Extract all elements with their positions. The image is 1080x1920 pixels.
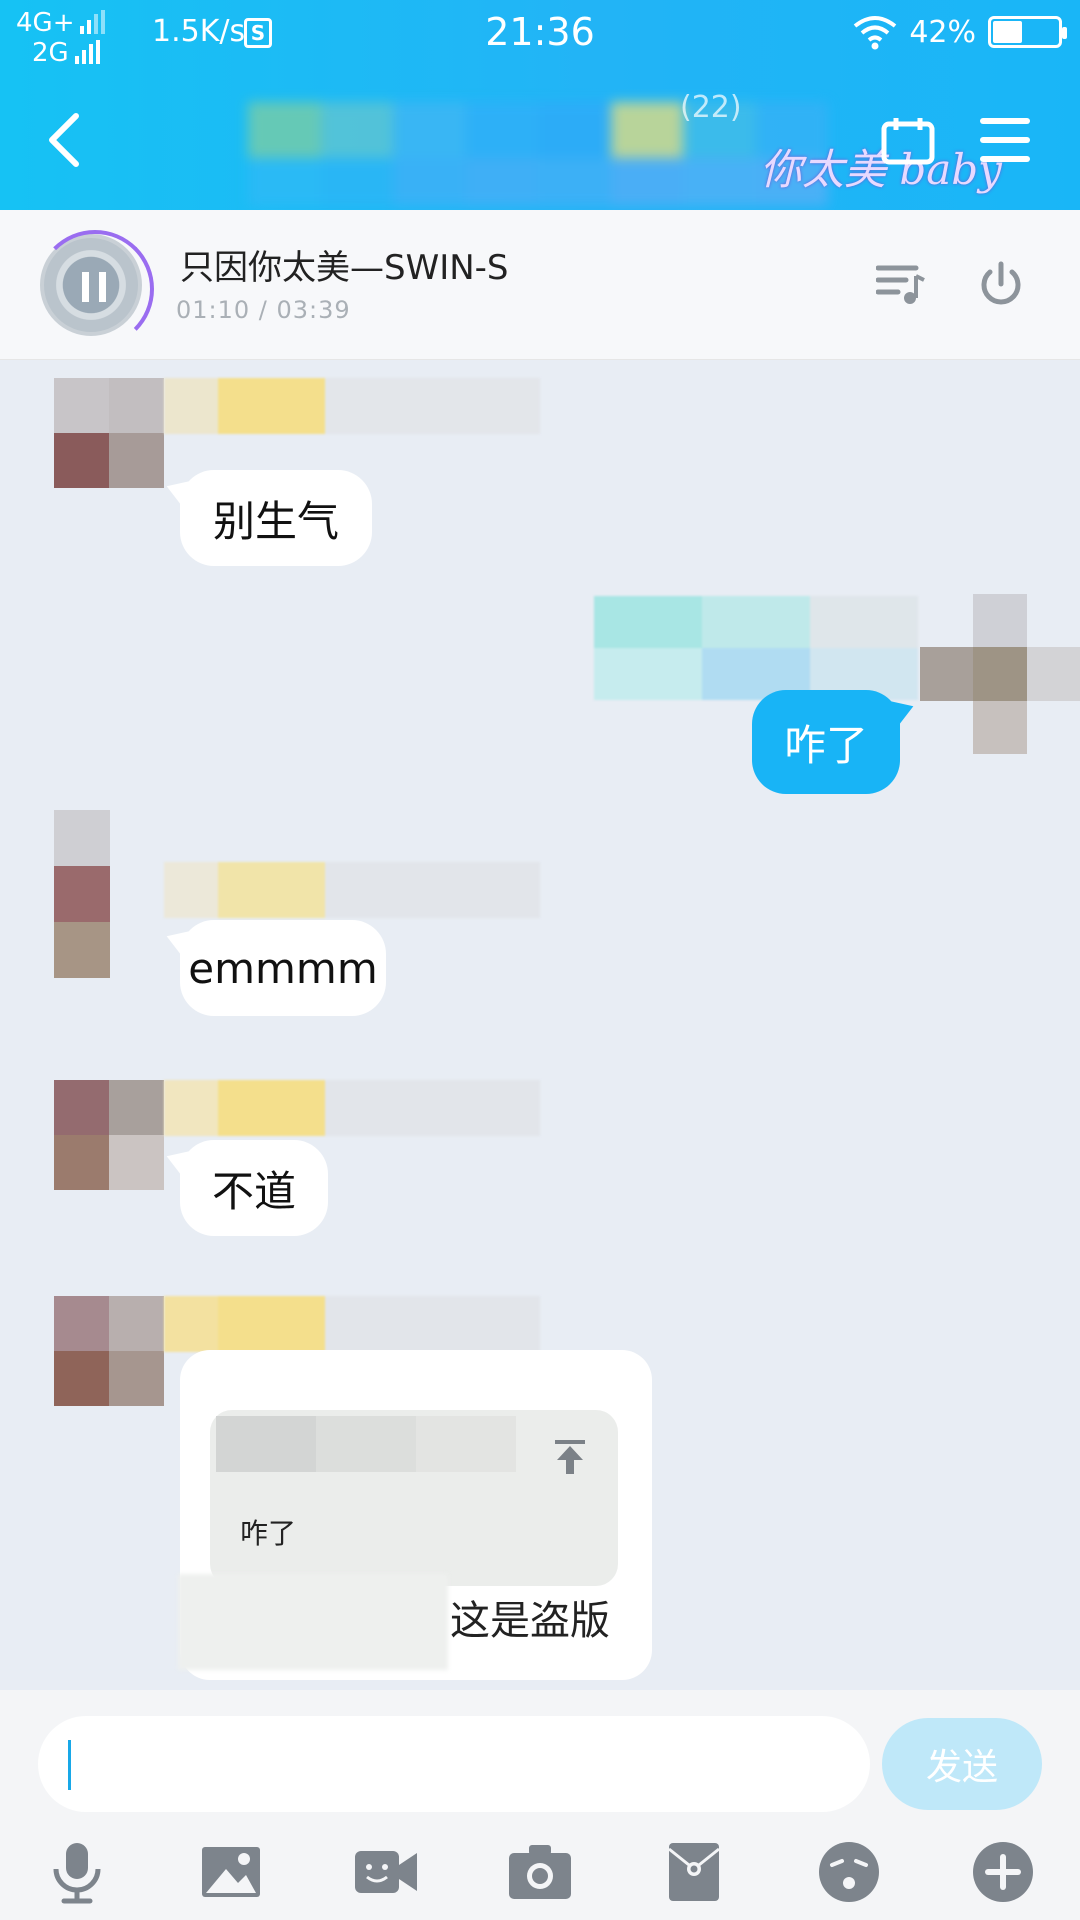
red-packet-icon[interactable] [661, 1839, 727, 1905]
sender-name-redacted [164, 378, 540, 434]
jump-to-message-icon[interactable] [555, 1440, 585, 1474]
message-text: 别生气 [212, 496, 339, 546]
message-text: 这是盗版 [450, 1598, 610, 1644]
reply-sender-redacted [216, 1416, 516, 1472]
message-input[interactable] [38, 1716, 870, 1812]
battery-percent: 42% [909, 14, 976, 50]
pause-icon[interactable] [82, 272, 106, 302]
image-icon[interactable] [198, 1839, 264, 1905]
camera-icon[interactable] [507, 1839, 573, 1905]
toolbar [0, 1824, 1080, 1920]
reply-quote-text: 咋了 [240, 1517, 297, 1550]
message-text: 咋了 [783, 720, 868, 770]
song-progress: 01:10 / 03:39 [176, 296, 351, 324]
text-caret [68, 1740, 71, 1790]
message-bubble[interactable]: 别生气 [180, 470, 372, 566]
album-disc-icon[interactable] [36, 230, 154, 348]
avatar[interactable] [54, 810, 110, 978]
power-icon[interactable] [976, 260, 1026, 310]
avatar[interactable] [54, 378, 164, 488]
avatar[interactable] [54, 1296, 164, 1406]
avatar[interactable] [920, 594, 1080, 754]
message-text: 不道 [211, 1166, 296, 1216]
sender-name-redacted [164, 1080, 540, 1136]
message-bubble[interactable]: emmmm [180, 920, 386, 1016]
battery-icon [988, 16, 1067, 48]
member-count: (22) [680, 90, 742, 125]
header: 4G+ 2G 1.5K/s S 21:36 42% (22) 你太美 baby [0, 0, 1080, 210]
calendar-icon[interactable] [880, 116, 936, 166]
music-player-bar[interactable]: 只因你太美—SWIN-S 01:10 / 03:39 [0, 210, 1080, 360]
message-bubble[interactable]: 咋了 [752, 690, 900, 794]
reply-quote-card[interactable]: 咋了 [210, 1410, 618, 1586]
message-bubble[interactable]: 不道 [180, 1140, 328, 1236]
microphone-icon[interactable] [44, 1839, 110, 1905]
status-right: 42% [853, 14, 1067, 50]
send-button[interactable]: 发送 [882, 1718, 1042, 1810]
song-title: 只因你太美—SWIN-S [180, 248, 509, 288]
wifi-icon [854, 16, 897, 50]
sender-name-redacted [164, 1296, 540, 1352]
emoji-icon[interactable] [816, 1839, 882, 1905]
playlist-icon[interactable] [876, 262, 926, 306]
message-partial-redacted [178, 1574, 448, 1670]
input-bar: 发送 [0, 1690, 1080, 1920]
sender-name-redacted [594, 596, 918, 700]
status-bar: 4G+ 2G 1.5K/s S 21:36 42% [0, 0, 1080, 70]
sender-name-redacted [164, 862, 540, 918]
message-text: emmmm [188, 943, 378, 993]
chat-area[interactable]: 别生气 咋了 emmmm 不道 咋了 这是盗版 [0, 360, 1080, 1690]
video-call-icon[interactable] [353, 1839, 419, 1905]
avatar[interactable] [54, 1080, 164, 1190]
plus-icon[interactable] [970, 1839, 1036, 1905]
menu-icon[interactable] [980, 118, 1030, 162]
back-arrow-icon[interactable] [40, 110, 90, 170]
